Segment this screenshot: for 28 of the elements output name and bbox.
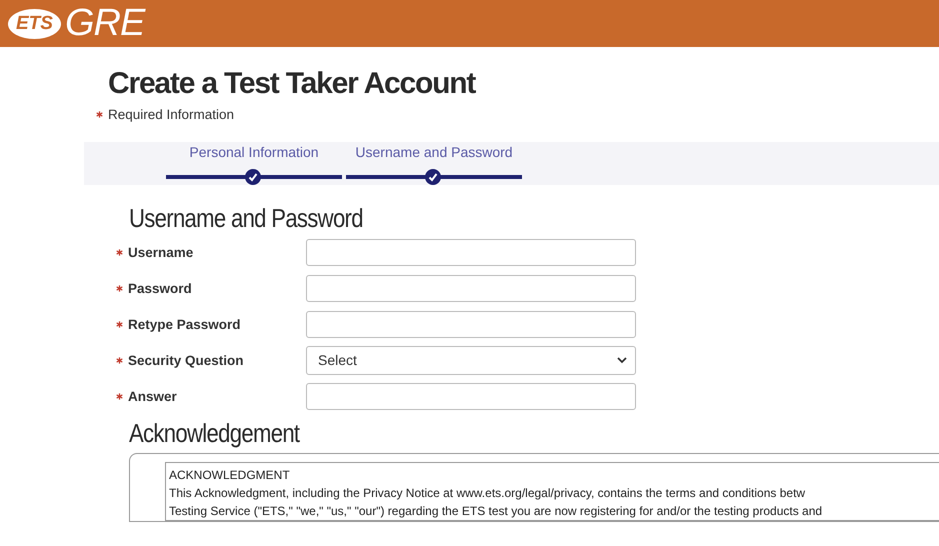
asterisk-icon [116,248,123,256]
asterisk-icon [96,111,103,118]
input-field[interactable] [306,274,636,302]
text-line: Testing Service ("ETS," "we," "us," "our") regarding the ETS test you are now registering for and/or the testing products and [169,503,824,520]
input-field[interactable] [306,382,636,410]
section-title: Username and Password [129,203,364,234]
required-note: Required Information [108,107,234,122]
page-title: Create a Test Taker Account [108,67,477,101]
logo-text[interactable]: GRE [64,2,144,45]
field-label: Security Question [128,352,244,368]
asterisk-icon [116,320,123,328]
section-title: Acknowledgement [129,418,301,449]
text-line: ACKNOWLEDGMENT [169,467,291,484]
field-label: Username [128,244,194,260]
asterisk-icon [116,392,123,400]
text-line: This Acknowledgment, including the Privacy Notice at www.ets.org/legal/privacy, contains the terms and conditions betw [169,485,806,502]
field-label: Retype Password [128,316,241,332]
step-tab[interactable]: Username and Password [346,142,522,185]
asterisk-icon [116,356,123,364]
select-field[interactable]: Select [306,346,636,374]
input-field[interactable] [306,310,636,338]
field-label: Password [128,280,192,296]
asterisk-icon [116,284,123,292]
caret-icon [617,356,627,364]
field-label: Answer [128,388,177,404]
step-tab[interactable]: Personal Information [166,142,342,185]
input-field[interactable] [306,238,636,266]
logo-mark[interactable]: ETS [8,8,61,38]
